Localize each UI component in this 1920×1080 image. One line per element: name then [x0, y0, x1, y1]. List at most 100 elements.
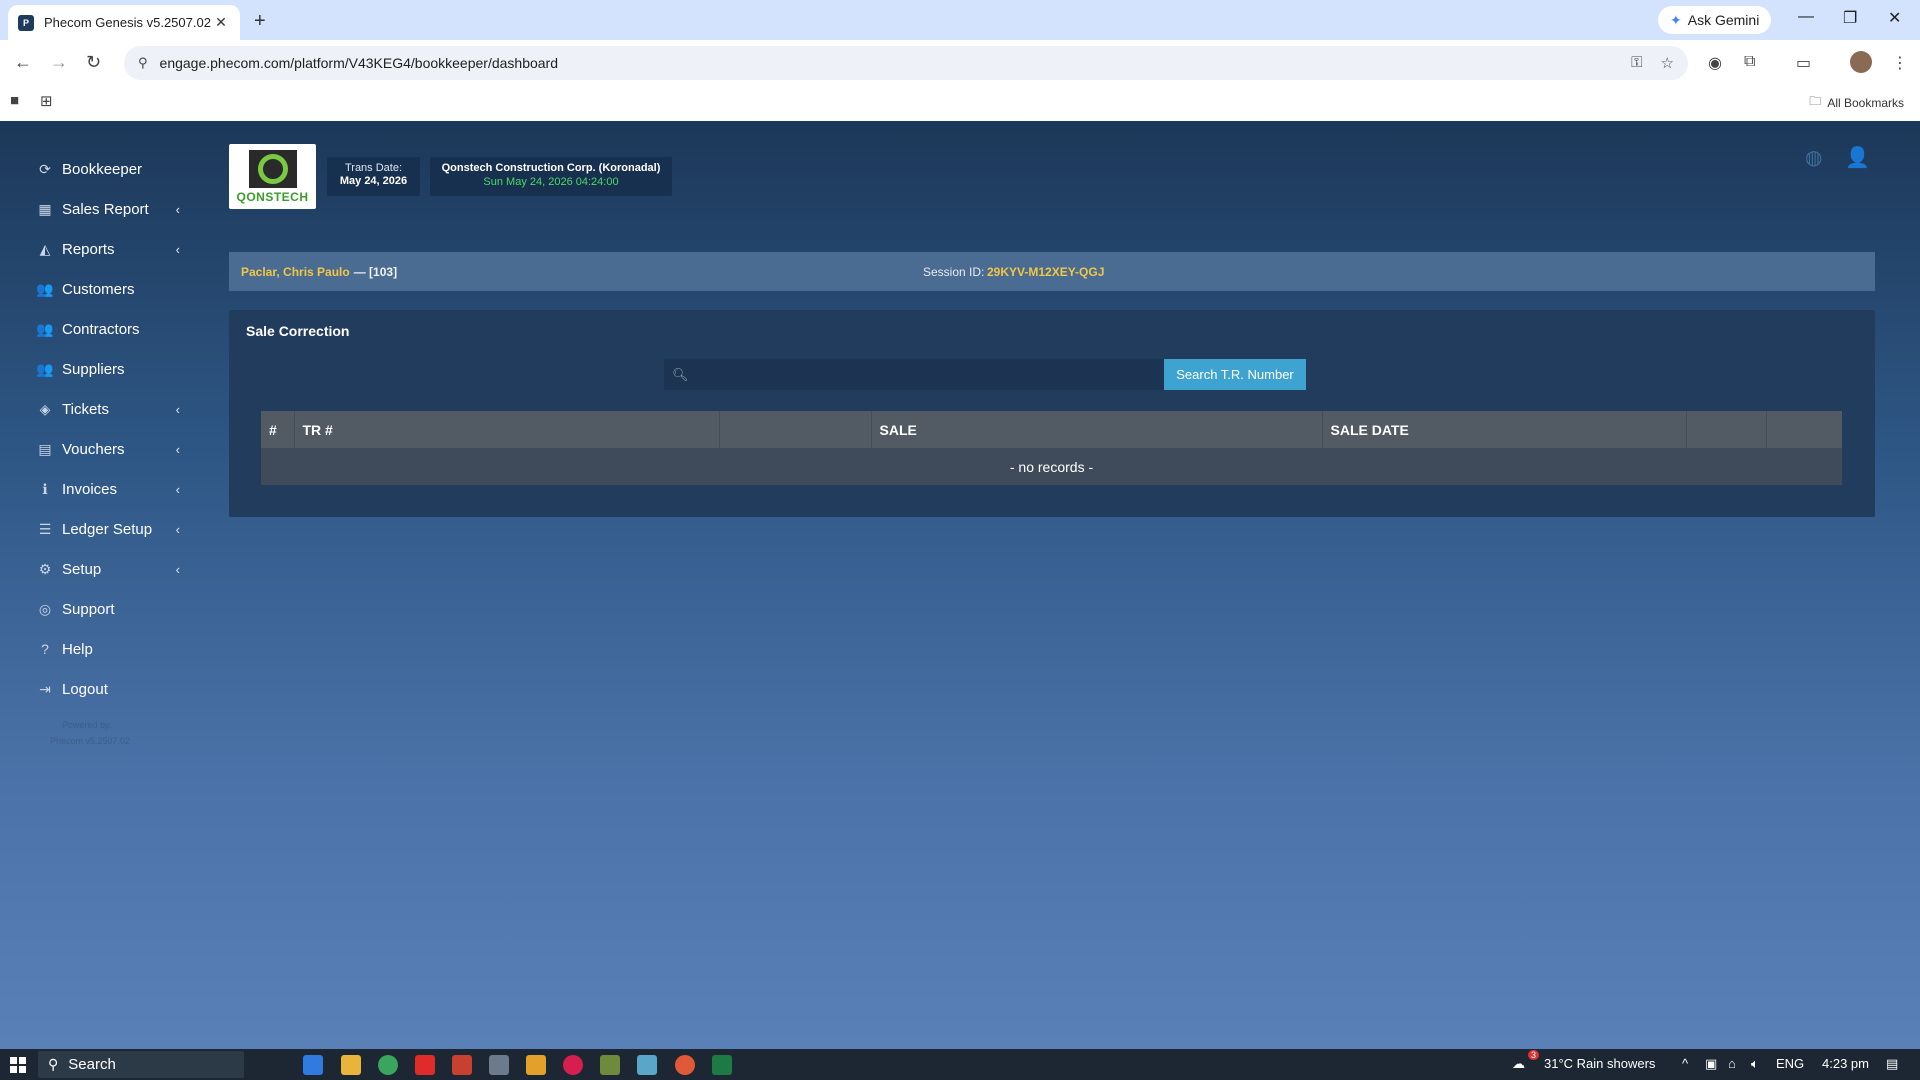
sidebar-item-support[interactable]: ◎ Support: [0, 589, 190, 629]
logo-text: QONSTECH: [236, 189, 309, 204]
list-icon: ☰: [38, 520, 52, 537]
session-label: Session ID:: [923, 264, 985, 279]
column-header[interactable]: SALE DATE: [1322, 411, 1687, 448]
site-settings-icon[interactable]: ⚲: [138, 55, 148, 71]
password-key-icon[interactable]: ⚿: [1631, 54, 1642, 72]
taskbar-search[interactable]: ⚲ Search: [38, 1051, 244, 1078]
empty-records-cell: - no records -: [261, 448, 1842, 485]
all-bookmarks-button[interactable]: 🗀 All Bookmarks: [1809, 92, 1904, 113]
language-indicator[interactable]: ENG: [1776, 1056, 1804, 1071]
column-header[interactable]: TR #: [294, 411, 720, 448]
file-icon: ▤: [38, 440, 52, 457]
chevron-left-icon[interactable]: ‹: [176, 242, 180, 257]
trans-date-value: May 24, 2026: [339, 175, 408, 187]
weather-icon[interactable]: ☁: [1512, 1056, 1525, 1072]
records-table: # TR # SALE SALE DATE - no records -: [261, 411, 1842, 485]
file-explorer-icon[interactable]: [341, 1055, 361, 1075]
chevron-left-icon[interactable]: ‹: [176, 482, 180, 497]
reload-icon[interactable]: ↻: [86, 52, 101, 73]
close-window-icon[interactable]: ✕: [1888, 8, 1901, 28]
sidebar-item-reports[interactable]: ◭ Reports ‹: [0, 229, 190, 269]
current-datetime: Sun May 24, 2026 04:24:00: [483, 176, 619, 188]
tag-icon: ◈: [39, 400, 51, 417]
extensions-puzzle-icon[interactable]: ⧉: [1744, 53, 1755, 71]
youtube-app-icon[interactable]: [415, 1055, 435, 1075]
app-icon[interactable]: [637, 1055, 657, 1075]
address-bar[interactable]: ⚲ engage.phecom.com/platform/V43KEG4/boo…: [124, 46, 1688, 80]
search-icon: 🔍︎: [672, 366, 689, 382]
copilot-app-icon[interactable]: [303, 1055, 323, 1075]
chevron-up-icon[interactable]: ^: [1682, 1056, 1688, 1071]
browser-toolbar: ← → ↻ ⚲ engage.phecom.com/platform/V43KE…: [0, 40, 1920, 126]
notifications-icon[interactable]: ▤: [1886, 1056, 1898, 1072]
column-header[interactable]: #: [261, 411, 295, 448]
chrome-app-icon[interactable]: [378, 1055, 398, 1075]
sidebar-item-invoices[interactable]: ℹ Invoices ‹: [0, 469, 190, 509]
weather-text[interactable]: 31°C Rain showers: [1544, 1056, 1655, 1071]
sidebar-item-setup[interactable]: ⚙ Setup ‹: [0, 549, 190, 589]
apps-grid-icon[interactable]: ⊞: [40, 92, 53, 110]
sidebar-item-label: Help: [62, 640, 93, 658]
app-icon[interactable]: [600, 1055, 620, 1075]
sidebar-item-help[interactable]: ? Help: [0, 629, 190, 669]
sidebar-item-bookkeeper[interactable]: ⟳ Bookkeeper: [0, 149, 190, 189]
app-icon[interactable]: [526, 1055, 546, 1075]
tray-icon[interactable]: ▣: [1705, 1056, 1717, 1072]
bookmark-star-icon[interactable]: ☆: [1661, 54, 1674, 72]
ask-gemini-button[interactable]: ✦ Ask Gemini: [1658, 6, 1772, 34]
sidebar-item-vouchers[interactable]: ▤ Vouchers ‹: [0, 429, 190, 469]
tab-search-icon[interactable]: ▭: [1796, 53, 1811, 73]
globe-icon[interactable]: ◍: [1805, 145, 1822, 170]
sidebar-item-label: Sales Report: [62, 200, 149, 218]
sidebar-item-label: Bookkeeper: [62, 160, 143, 178]
column-header[interactable]: [1686, 411, 1767, 448]
extension-icon[interactable]: ◉: [1708, 53, 1722, 73]
chevron-left-icon[interactable]: ‹: [176, 202, 180, 217]
minimize-icon[interactable]: —: [1798, 8, 1814, 26]
back-icon[interactable]: ←: [14, 52, 32, 73]
clock[interactable]: 4:23 pm: [1822, 1056, 1869, 1071]
table-header-row: # TR # SALE SALE DATE: [261, 411, 1842, 448]
column-header[interactable]: [1766, 411, 1842, 448]
chevron-left-icon[interactable]: ‹: [176, 442, 180, 457]
chevron-left-icon[interactable]: ‹: [176, 562, 180, 577]
profile-avatar[interactable]: [1850, 51, 1872, 73]
chevron-left-icon[interactable]: ‹: [176, 522, 180, 537]
lifering-icon: ◎: [38, 600, 52, 617]
sidebar-item-ledger-setup[interactable]: ☰ Ledger Setup ‹: [0, 509, 190, 549]
user-profile-icon[interactable]: 👤: [1845, 145, 1870, 170]
menu-kebab-icon[interactable]: ⋮: [1892, 53, 1908, 73]
sidebar-item-sales-report[interactable]: ▦ Sales Report ‹: [0, 189, 190, 229]
close-tab-icon[interactable]: ✕: [212, 14, 230, 31]
media-app-icon[interactable]: [563, 1055, 583, 1075]
users-icon: 👥: [36, 360, 54, 377]
sidebar-item-label: Logout: [62, 680, 108, 698]
chevron-left-icon[interactable]: ‹: [176, 402, 180, 417]
sidebar-item-label: Suppliers: [62, 360, 125, 378]
tr-number-search-input[interactable]: [688, 359, 1164, 390]
chrome-active-icon[interactable]: [675, 1055, 695, 1075]
column-header[interactable]: SALE: [871, 411, 1323, 448]
calculator-icon[interactable]: [489, 1055, 509, 1075]
sidebar-item-tickets[interactable]: ◈ Tickets ‹: [0, 389, 190, 429]
network-icon[interactable]: ⌂: [1728, 1056, 1736, 1071]
column-header[interactable]: [719, 411, 872, 448]
bookmark-app-icon[interactable]: ■: [10, 92, 19, 109]
company-box: Qonstech Construction Corp. (Koronadal) …: [430, 157, 672, 196]
search-tr-number-button[interactable]: Search T.R. Number: [1164, 359, 1306, 390]
restore-icon[interactable]: ❐: [1843, 8, 1857, 28]
sidebar-item-logout[interactable]: ⇥ Logout: [0, 669, 190, 709]
question-icon: ?: [41, 641, 49, 657]
volume-muted-icon[interactable]: 🔈︎: [1751, 1056, 1759, 1072]
sidebar-item-label: Support: [62, 600, 115, 618]
new-tab-icon[interactable]: +: [254, 10, 266, 33]
sidebar-item-customers[interactable]: 👥 Customers: [0, 269, 190, 309]
app-icon[interactable]: [452, 1055, 472, 1075]
sidebar-item-contractors[interactable]: 👥 Contractors: [0, 309, 190, 349]
excel-app-icon[interactable]: [712, 1055, 732, 1075]
browser-tab[interactable]: P Phecom Genesis v5.2507.02 ✕: [8, 5, 240, 40]
windows-start-icon[interactable]: [10, 1057, 26, 1073]
forward-icon[interactable]: →: [50, 52, 68, 73]
user-session-bar: Paclar, Chris Paulo — [103] Session ID: …: [229, 252, 1875, 291]
sidebar-item-suppliers[interactable]: 👥 Suppliers: [0, 349, 190, 389]
